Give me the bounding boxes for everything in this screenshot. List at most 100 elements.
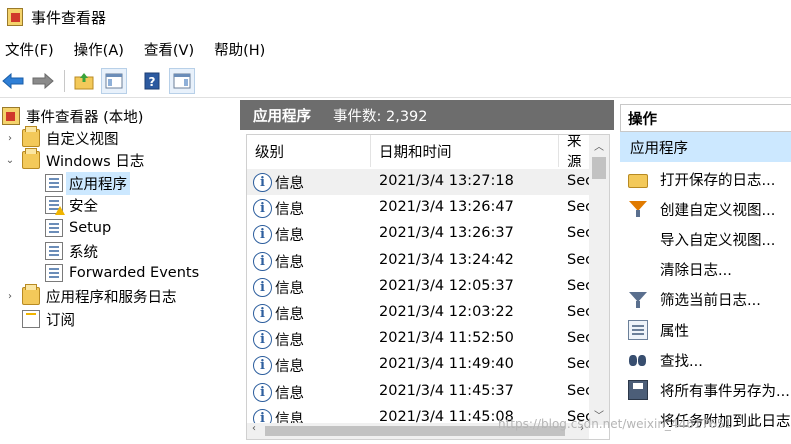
action-item[interactable]: 打开保存的日志... bbox=[620, 166, 791, 192]
show-hide-tree-button[interactable] bbox=[101, 67, 127, 94]
table-row[interactable]: i 信息 2021/3/4 11:45:37 Sec bbox=[247, 379, 593, 405]
tree-item-custom-views[interactable]: › 自定义视图 bbox=[4, 126, 119, 149]
tree-item-label: 事件查看器 (本地) bbox=[26, 109, 144, 126]
tree-item-label: 应用程序和服务日志 bbox=[46, 289, 177, 306]
table-row[interactable]: i 信息 2021/3/4 12:03:22 Sec bbox=[247, 300, 593, 326]
help-button[interactable]: ? bbox=[139, 68, 165, 94]
action-item[interactable]: 导入自定义视图... bbox=[620, 226, 791, 252]
chevron-right-icon[interactable]: › bbox=[4, 133, 16, 144]
datetime-cell: 2021/3/4 11:45:37 bbox=[379, 382, 514, 399]
back-button[interactable] bbox=[0, 68, 26, 94]
column-header-datetime[interactable]: 日期和时间 bbox=[371, 135, 559, 167]
table-row[interactable]: i 信息 2021/3/4 12:05:37 Sec bbox=[247, 274, 593, 300]
action-label: 将所有事件另存为... bbox=[660, 383, 790, 400]
window-title: 事件查看器 bbox=[31, 8, 107, 27]
tree-item-application[interactable]: 应用程序 bbox=[45, 171, 130, 195]
panel-header: 应用程序 事件数: 2,392 bbox=[240, 100, 614, 130]
scroll-up-icon[interactable]: ︿ bbox=[589, 138, 609, 153]
show-hide-action-pane-button[interactable] bbox=[169, 67, 195, 94]
table-row[interactable]: i 信息 2021/3/4 13:26:37 Sec bbox=[247, 221, 593, 247]
tree-item-system[interactable]: 系统 bbox=[45, 240, 98, 262]
menu-action[interactable]: 操作(A) bbox=[68, 39, 130, 60]
actions-section-header[interactable]: 应用程序 bbox=[620, 132, 791, 162]
tree-item-forwarded-events[interactable]: Forwarded Events bbox=[45, 262, 199, 284]
level-text: 信息 bbox=[275, 359, 304, 376]
tree-item-app-service-logs[interactable]: › 应用程序和服务日志 bbox=[4, 284, 177, 307]
tree-item-label: 系统 bbox=[69, 244, 98, 261]
action-label: 清除日志... bbox=[660, 263, 732, 280]
subscription-icon bbox=[22, 310, 40, 328]
event-count: 事件数: 2,392 bbox=[333, 108, 428, 125]
action-item[interactable]: 属性 bbox=[620, 317, 791, 343]
toolbar: ? bbox=[0, 64, 791, 98]
level-cell: i 信息 bbox=[253, 172, 304, 193]
tree-item-windows-logs[interactable]: ⌄ Windows 日志 bbox=[4, 148, 145, 171]
datetime-cell: 2021/3/4 12:05:37 bbox=[379, 277, 514, 294]
level-cell: i 信息 bbox=[253, 303, 304, 324]
table-row[interactable]: i 信息 2021/3/4 11:49:40 Sec bbox=[247, 352, 593, 378]
menu-help[interactable]: 帮助(H) bbox=[208, 39, 271, 60]
menu-view[interactable]: 查看(V) bbox=[138, 39, 200, 60]
tree-item-security[interactable]: 安全 bbox=[45, 194, 98, 216]
action-item[interactable]: 创建自定义视图... bbox=[620, 196, 791, 222]
up-folder-button[interactable] bbox=[71, 68, 97, 94]
binoculars-icon bbox=[628, 350, 648, 370]
action-item[interactable]: 将所有事件另存为... bbox=[620, 377, 791, 403]
action-item[interactable]: 筛选当前日志... bbox=[620, 287, 791, 313]
console-tree-icon bbox=[105, 73, 123, 88]
tree-item-root[interactable]: 事件查看器 (本地) bbox=[2, 105, 143, 127]
table-row[interactable]: i 信息 2021/3/4 11:52:50 Sec bbox=[247, 326, 593, 352]
svg-text:?: ? bbox=[149, 75, 156, 89]
tree-item-setup[interactable]: Setup bbox=[45, 217, 111, 239]
action-pane-icon bbox=[173, 73, 191, 88]
table-row[interactable]: i 信息 2021/3/4 13:26:47 Sec bbox=[247, 195, 593, 221]
menu-file[interactable]: 文件(F) bbox=[0, 39, 60, 60]
action-item[interactable]: 清除日志... bbox=[620, 257, 791, 283]
table-row[interactable]: i 信息 2021/3/4 13:24:42 Sec bbox=[247, 248, 593, 274]
datetime-cell: 2021/3/4 13:26:47 bbox=[379, 199, 514, 216]
info-icon: i bbox=[253, 356, 272, 376]
blank-icon bbox=[628, 260, 648, 280]
info-icon: i bbox=[253, 173, 272, 192]
level-cell: i 信息 bbox=[253, 382, 304, 403]
folder-icon bbox=[22, 148, 40, 169]
column-header-level[interactable]: 级别 bbox=[247, 135, 371, 167]
chevron-down-icon[interactable]: ⌄ bbox=[4, 155, 16, 166]
level-cell: i 信息 bbox=[253, 224, 304, 245]
action-label: 导入自定义视图... bbox=[660, 232, 776, 249]
scroll-left-icon[interactable]: ‹ bbox=[252, 423, 256, 434]
action-item[interactable]: 查找... bbox=[620, 347, 791, 373]
event-table: 级别 日期和时间 来源 i 信息 2021/3/4 13:27:18 Sec i 信息 20… bbox=[246, 134, 610, 440]
console-tree: 事件查看器 (本地) › 自定义视图 ⌄ Windows 日志 应用程序 安全 … bbox=[0, 100, 238, 444]
action-label: 筛选当前日志... bbox=[660, 293, 761, 310]
log-icon bbox=[45, 242, 63, 260]
action-label: 打开保存的日志... bbox=[660, 172, 776, 189]
level-cell: i 信息 bbox=[253, 198, 304, 219]
level-text: 信息 bbox=[275, 280, 304, 297]
level-text: 信息 bbox=[275, 228, 304, 245]
actions-pane: 操作 应用程序 打开保存的日志... 创建自定义视图... 导入自定义视图... 清除… bbox=[620, 100, 791, 444]
level-text: 信息 bbox=[275, 254, 304, 271]
forward-arrow-icon bbox=[32, 72, 54, 89]
tree-item-label: Windows 日志 bbox=[46, 153, 145, 170]
info-icon: i bbox=[253, 330, 272, 350]
folder-icon bbox=[22, 126, 40, 147]
chevron-right-icon[interactable]: › bbox=[4, 291, 16, 302]
level-text: 信息 bbox=[275, 307, 304, 323]
filter-icon bbox=[628, 290, 648, 310]
datetime-cell: 2021/3/4 11:49:40 bbox=[379, 356, 514, 373]
log-icon bbox=[45, 219, 63, 237]
vertical-scrollbar[interactable]: ︿ ﹀ bbox=[589, 135, 609, 425]
info-icon: i bbox=[253, 382, 272, 402]
table-row[interactable]: i 信息 2021/3/4 13:27:18 Sec bbox=[247, 169, 593, 195]
datetime-cell: 2021/3/4 12:03:22 bbox=[379, 304, 514, 320]
tree-item-label: Forwarded Events bbox=[69, 265, 200, 281]
tree-item-subscriptions[interactable]: 订阅 bbox=[22, 308, 75, 330]
scroll-thumb[interactable] bbox=[592, 157, 606, 179]
forward-button[interactable] bbox=[30, 68, 56, 94]
folder-up-icon bbox=[74, 72, 94, 89]
info-icon: i bbox=[253, 251, 272, 271]
datetime-cell: 2021/3/4 11:52:50 bbox=[379, 330, 514, 347]
column-header-source[interactable]: 来源 bbox=[559, 135, 591, 167]
menu-bar: 文件(F) 操作(A) 查看(V) 帮助(H) bbox=[0, 36, 279, 62]
